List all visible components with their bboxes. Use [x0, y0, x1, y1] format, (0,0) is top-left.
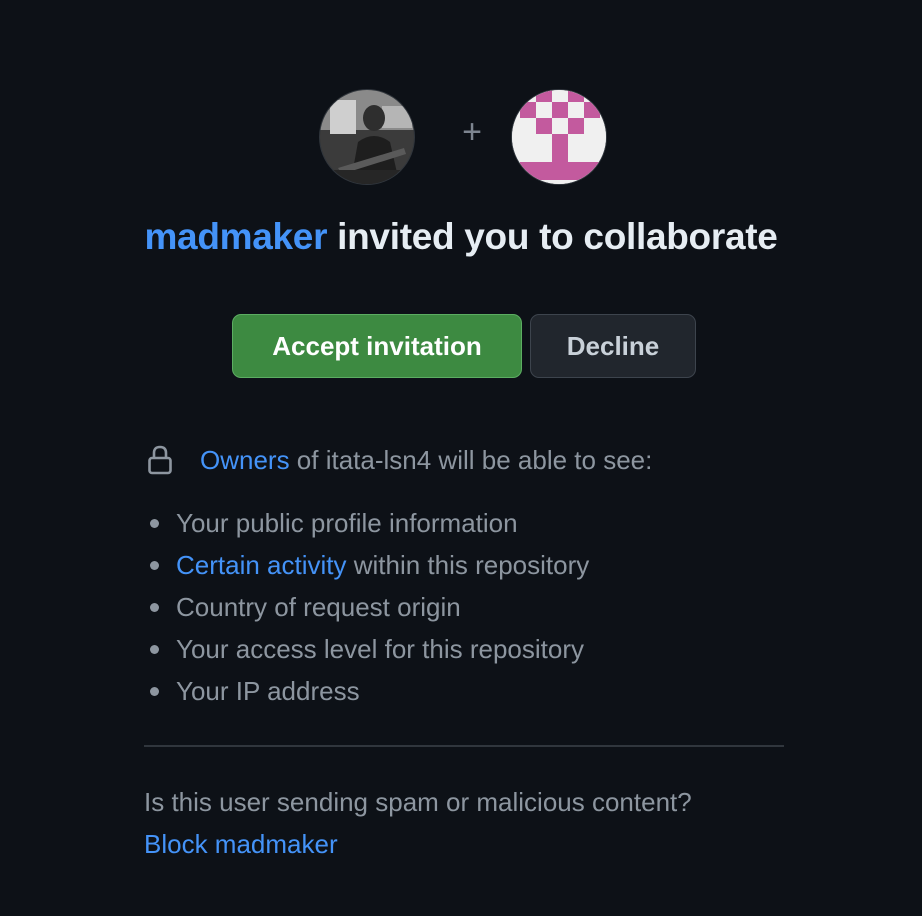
- list-item: Country of request origin: [144, 586, 589, 628]
- list-item-text: within this repository: [346, 550, 590, 580]
- identicon-pattern: [512, 90, 606, 184]
- invitation-page: + madmaker invited you to collaborate Ac…: [0, 0, 922, 916]
- accept-invitation-button[interactable]: Accept invitation: [232, 314, 522, 378]
- block-user-link[interactable]: Block madmaker: [144, 824, 338, 864]
- heading-text: invited you to collaborate: [327, 216, 778, 257]
- list-item-text: Your IP address: [176, 676, 360, 706]
- plus-sign: +: [462, 113, 482, 151]
- visible-info-list: Your public profile information Certain …: [144, 502, 589, 712]
- lock-icon: [148, 445, 172, 475]
- spam-question: Is this user sending spam or malicious c…: [144, 787, 692, 817]
- avatar-row: +: [0, 88, 922, 188]
- repo-identicon-avatar[interactable]: [511, 89, 607, 185]
- list-item-text: Country of request origin: [176, 592, 461, 622]
- list-item: Certain activity within this repository: [144, 544, 589, 586]
- bullet-dot: [150, 687, 159, 696]
- certain-activity-link[interactable]: Certain activity: [176, 550, 347, 580]
- inviter-link[interactable]: madmaker: [144, 216, 327, 257]
- bullet-dot: [150, 561, 159, 570]
- list-item-text: Your access level for this repository: [176, 634, 585, 664]
- invitation-heading: madmaker invited you to collaborate: [0, 210, 922, 264]
- decline-button[interactable]: Decline: [530, 314, 696, 378]
- inviter-photo: [320, 90, 414, 184]
- inviter-avatar[interactable]: [319, 89, 415, 185]
- bullet-dot: [150, 519, 159, 528]
- list-item-text: Your public profile information: [176, 508, 518, 538]
- owners-rest-text: of itata-lsn4 will be able to see:: [289, 445, 653, 475]
- list-item: Your IP address: [144, 670, 589, 712]
- bullet-dot: [150, 645, 159, 654]
- list-item: Your public profile information: [144, 502, 589, 544]
- owners-link[interactable]: Owners: [200, 445, 290, 475]
- owners-statement: Owners of itata-lsn4 will be able to see…: [200, 440, 652, 480]
- list-item: Your access level for this repository: [144, 628, 589, 670]
- section-divider: [144, 745, 784, 747]
- bullet-dot: [150, 603, 159, 612]
